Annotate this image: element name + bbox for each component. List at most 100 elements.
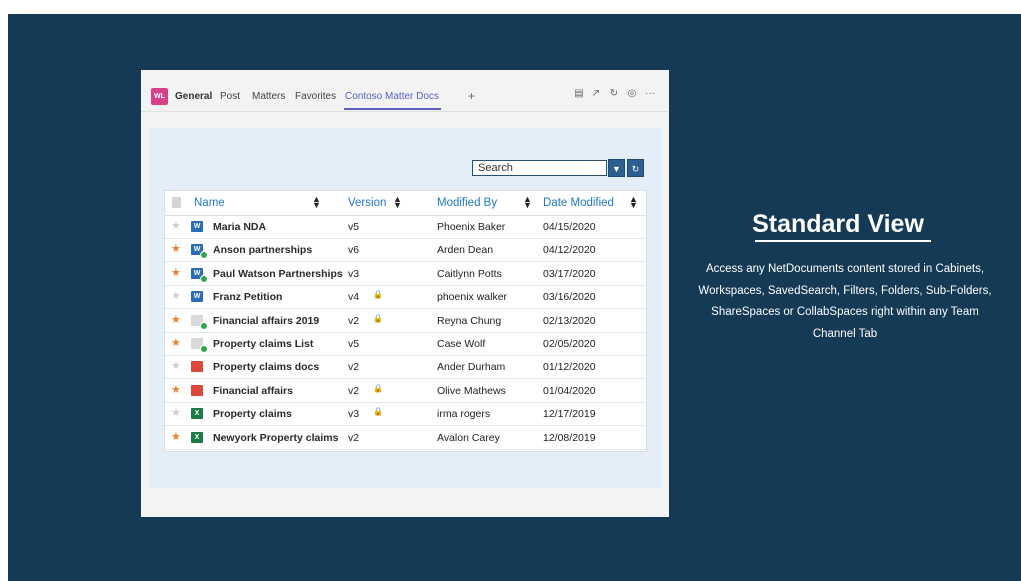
tab-content: Search ▼ ↻ Name ▲ ▼ Version ▲ ▼ Modified B… <box>149 128 662 488</box>
favorite-star-icon[interactable]: ★ <box>171 336 181 349</box>
document-version: v6 <box>348 244 360 257</box>
modified-by: Phoenix Baker <box>437 221 506 233</box>
modified-by: Case Wolf <box>437 338 486 350</box>
table-row[interactable]: ★ X Property claims v3 🔒 irma rogers 12/17/201… <box>165 402 646 427</box>
star-icon[interactable]: ★ <box>171 359 181 372</box>
excel-icon: X <box>191 431 203 443</box>
table-row[interactable]: ★ X Newyork Property claims v2 Avalon Carey 1… <box>165 426 646 450</box>
document-name[interactable]: Maria NDA <box>213 221 266 233</box>
lock-icon: 🔒 <box>373 407 383 417</box>
lock-icon: 🔒 <box>373 383 383 393</box>
favorite-star-icon[interactable]: ★ <box>171 242 181 255</box>
lock-icon: 🔒 <box>373 313 383 323</box>
document-version: v5 <box>348 221 360 233</box>
favorite-star-icon[interactable]: ★ <box>171 383 181 396</box>
word-icon: W <box>191 221 203 232</box>
document-name[interactable]: Franz Petition <box>213 291 282 303</box>
date-modified: 03/16/2020 <box>543 291 596 304</box>
modified-by: Olive Mathews <box>437 384 506 397</box>
document-type-icon <box>172 197 181 208</box>
filter-button[interactable]: ▼ <box>608 159 625 177</box>
reload-icon[interactable]: ↻ <box>608 88 620 99</box>
excel-icon: X <box>191 408 203 420</box>
sort-modified-by-icon[interactable]: ▲ ▼ <box>523 195 532 210</box>
globe-icon[interactable]: ◎ <box>626 88 638 99</box>
table-row[interactable]: ★ W Franz Petition v4 🔒 phoenix walker 03/16/2… <box>165 285 646 310</box>
sort-version-icon[interactable]: ▲ ▼ <box>393 195 402 210</box>
synced-check-icon <box>200 345 208 353</box>
header-date-modified[interactable]: Date Modified <box>543 197 614 209</box>
modified-by: Avalon Carey <box>437 431 500 444</box>
table-row[interactable]: ★ Financial affairs 2019 v2 🔒 Reyna Chung 02/… <box>165 309 646 333</box>
header-modified-by[interactable]: Modified By <box>437 197 497 209</box>
table-row[interactable]: ★ Property claims docs v2 Ander Durham 01/12… <box>165 355 646 380</box>
sort-date-modified-icon[interactable]: ▲ ▼ <box>629 195 638 210</box>
document-name[interactable]: Paul Watson Partnerships <box>213 268 343 280</box>
table-row[interactable]: ★ Financial affairs v2 🔒 Olive Mathews 01/04/… <box>165 379 646 403</box>
modified-by: Arden Dean <box>437 244 494 257</box>
active-tab-indicator <box>344 108 441 110</box>
more-options-icon[interactable]: ··· <box>644 88 656 99</box>
date-modified: 02/05/2020 <box>543 338 596 350</box>
tab-matters[interactable]: Matters <box>252 91 285 102</box>
tab-contoso-matter-docs[interactable]: Contoso Matter Docs <box>345 91 439 102</box>
tab-general[interactable]: General <box>175 91 212 102</box>
table-header: Name ▲ ▼ Version ▲ ▼ Modified By ▲ ▼ Date M… <box>165 191 646 216</box>
expand-icon[interactable]: ↗ <box>590 88 602 99</box>
conversation-icon[interactable]: ▤ <box>573 88 585 99</box>
table-row[interactable]: ★ W Paul Watson Partnerships v3 Caitlynn Pot… <box>165 262 646 286</box>
star-icon[interactable]: ★ <box>171 289 181 302</box>
add-tab-button[interactable]: + <box>468 89 475 103</box>
sort-name-icon[interactable]: ▲ ▼ <box>312 195 321 210</box>
document-name[interactable]: Property claims docs <box>213 361 319 373</box>
star-icon[interactable]: ★ <box>171 406 181 419</box>
documents-table: Name ▲ ▼ Version ▲ ▼ Modified By ▲ ▼ Date M… <box>164 190 647 452</box>
search-input[interactable]: Search <box>472 160 607 176</box>
date-modified: 04/15/2020 <box>543 221 596 233</box>
lock-icon: 🔒 <box>373 290 383 300</box>
favorite-star-icon[interactable]: ★ <box>171 313 181 326</box>
modified-by: Caitlynn Potts <box>437 267 502 280</box>
document-name[interactable]: Financial affairs <box>213 385 293 397</box>
modified-by: Ander Durham <box>437 361 506 374</box>
date-modified: 01/12/2020 <box>543 361 596 374</box>
synced-check-icon <box>200 251 208 260</box>
table-row[interactable]: ★ Property claims List v5 Case Wolf 02/05/20… <box>165 332 646 356</box>
date-modified: 04/12/2020 <box>543 244 596 257</box>
date-modified: 12/17/2019 <box>543 408 596 421</box>
table-row[interactable]: ★ W Anson partnerships v6 Arden Dean 04/12/20… <box>165 238 646 263</box>
heading-underline <box>755 240 931 242</box>
document-name[interactable]: Anson partnerships <box>213 244 312 256</box>
star-icon[interactable]: ★ <box>171 219 181 232</box>
document-version: v3 <box>348 408 360 421</box>
refresh-button[interactable]: ↻ <box>627 159 644 177</box>
refresh-icon: ↻ <box>631 164 640 174</box>
document-name[interactable]: Property claims <box>213 408 292 420</box>
date-modified: 12/08/2019 <box>543 431 596 444</box>
modified-by: phoenix walker <box>437 291 508 304</box>
app-badge: WL <box>151 88 168 105</box>
pdf-icon <box>191 361 203 373</box>
header-name[interactable]: Name <box>194 197 225 209</box>
favorite-star-icon[interactable]: ★ <box>171 430 181 443</box>
document-name[interactable]: Financial affairs 2019 <box>213 315 319 327</box>
modified-by: irma rogers <box>437 408 491 421</box>
synced-check-icon <box>200 274 208 283</box>
pdf-icon <box>191 384 203 396</box>
document-version: v2 <box>348 314 360 327</box>
tab-post[interactable]: Post <box>220 91 240 102</box>
teams-window: WL General Post Matters Favorites Contos… <box>141 70 669 517</box>
document-name[interactable]: Newyork Property claims <box>213 432 338 444</box>
header-version[interactable]: Version <box>348 197 386 209</box>
document-version: v4 <box>348 291 360 304</box>
table-row[interactable]: ★ W Maria NDA v5 Phoenix Baker 04/15/2020 <box>165 215 646 239</box>
panel-heading: Standard View <box>752 210 924 238</box>
tab-favorites[interactable]: Favorites <box>295 91 336 102</box>
favorite-star-icon[interactable]: ★ <box>171 266 181 279</box>
document-version: v2 <box>348 361 360 374</box>
tab-bar: WL General Post Matters Favorites Contos… <box>141 70 669 112</box>
document-name[interactable]: Property claims List <box>213 338 313 350</box>
document-version: v2 <box>348 431 360 444</box>
filter-icon: ▼ <box>612 164 621 174</box>
document-version: v2 <box>348 384 360 397</box>
